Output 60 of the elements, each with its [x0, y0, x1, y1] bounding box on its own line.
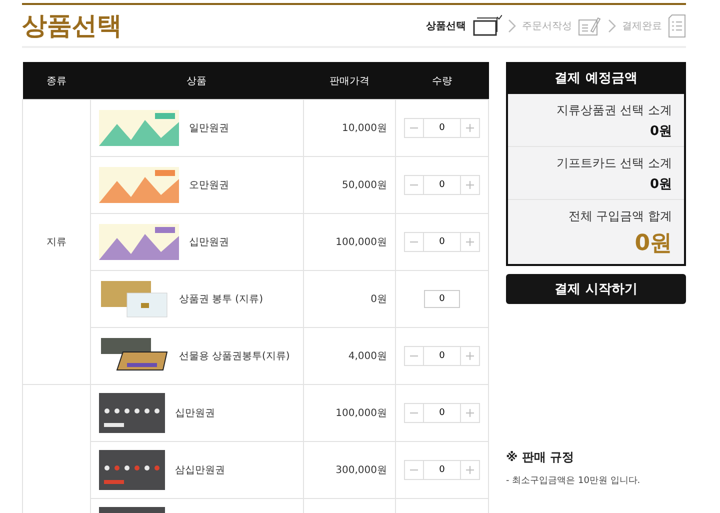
price-text: 100,000원: [336, 237, 387, 248]
rules-title: ※ 판매 규정: [506, 449, 576, 466]
envelope-image: [98, 279, 169, 319]
column-header: 판매가격: [303, 62, 396, 100]
quantity-stepper[interactable]: 0: [404, 460, 480, 480]
price-text: 0원: [370, 294, 387, 305]
quantity-input[interactable]: 0: [423, 461, 461, 479]
product-name: 선물용 상품권봉투(지류): [178, 350, 290, 363]
quantity-stepper[interactable]: 0: [404, 403, 480, 423]
quantity-input[interactable]: 0: [424, 290, 460, 308]
rule-text: - 최소구입금액은 10만원 입니다.: [506, 475, 642, 487]
document-pen-icon: [578, 14, 602, 36]
plus-icon: [465, 408, 475, 418]
product-name: 십만원권: [188, 236, 229, 249]
price-text: 10,000원: [342, 123, 387, 134]
quantity-input[interactable]: 0: [423, 347, 461, 365]
quantity-input[interactable]: 0: [423, 233, 461, 251]
product-name: 상품권 봉투 (지류): [178, 293, 263, 306]
quantity-input[interactable]: 0: [423, 176, 461, 194]
plus-icon: [465, 465, 475, 475]
quantity-input[interactable]: 0: [423, 119, 461, 137]
quantity-stepper[interactable]: 0: [404, 118, 480, 138]
chevron-right-icon: [608, 18, 616, 32]
summary-amount: 0원: [648, 123, 672, 140]
plus-icon: [465, 180, 475, 190]
price-text: 4,000원: [348, 351, 387, 362]
checklist-icon: [668, 14, 686, 38]
plus-icon: [465, 123, 475, 133]
product-name: 오만원권: [188, 179, 229, 192]
gift-card-image: [98, 450, 165, 490]
quantity-stepper[interactable]: 0: [404, 346, 480, 366]
summary-label: 전체 구입금액 합계: [567, 208, 672, 225]
quantity-stepper[interactable]: 0: [404, 175, 480, 195]
page-title: 상품선택: [22, 10, 122, 42]
price-text: 50,000원: [342, 180, 387, 191]
start-payment-button[interactable]: 결제 시작하기: [506, 274, 686, 304]
step-label: 주문서작성: [522, 20, 572, 32]
gift-card-image: [98, 393, 165, 433]
quantity-input[interactable]: 0: [423, 404, 461, 422]
summary-label: 기프트카드 선택 소계: [555, 155, 672, 172]
step-label: 상품선택: [426, 20, 466, 32]
price-text: 100,000원: [336, 408, 387, 419]
price-text: 300,000원: [336, 465, 387, 476]
summary-amount: 0원: [634, 230, 672, 258]
summary-amount: 0원: [648, 176, 672, 193]
product-name: 십만원권: [174, 407, 215, 420]
product-name: 일만원권: [188, 122, 229, 135]
plus-icon: [465, 237, 475, 247]
quantity-stepper[interactable]: 0: [404, 232, 480, 252]
cards-icon: [472, 14, 502, 36]
column-header: 종류: [22, 62, 90, 100]
summary-title: 결제 예정금액: [508, 64, 684, 94]
step-label: 결제완료: [622, 20, 662, 32]
column-header: 수량: [396, 62, 488, 100]
plus-icon: [465, 351, 475, 361]
type-cell: 지류: [22, 100, 90, 384]
chevron-right-icon: [508, 18, 516, 32]
column-header: 상품: [90, 62, 304, 100]
summary-label: 지류상품권 선택 소계: [555, 102, 672, 119]
product-name: 삼십만원권: [174, 464, 225, 477]
